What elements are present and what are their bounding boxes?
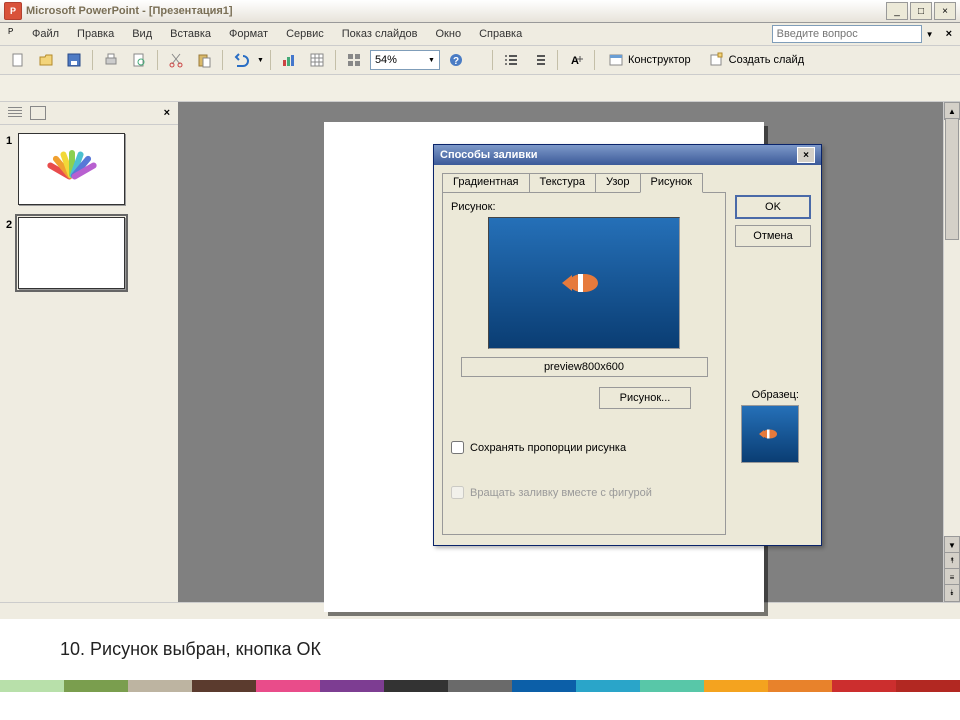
doc-close-button[interactable]: × (946, 28, 952, 40)
panel-header: × (0, 102, 178, 125)
designer-label: Конструктор (628, 54, 691, 66)
menu-format[interactable]: Формат (221, 26, 276, 42)
bullets-button[interactable] (499, 48, 523, 72)
dialog-tabs: Градиентная Текстура Узор Рисунок (442, 173, 813, 193)
numbering-button[interactable] (527, 48, 551, 72)
slide-preview-1 (18, 133, 125, 205)
undo-button[interactable] (229, 48, 253, 72)
help-search-input[interactable] (772, 25, 922, 43)
lock-aspect-label: Сохранять пропорции рисунка (470, 442, 626, 454)
dialog-title: Способы заливки (440, 149, 537, 161)
lock-aspect-checkbox[interactable]: Сохранять пропорции рисунка (451, 441, 717, 454)
close-button[interactable]: × (934, 2, 956, 20)
cancel-button[interactable]: Отмена (735, 225, 811, 247)
svg-text:?: ? (453, 56, 459, 67)
fill-effects-dialog: Способы заливки × Градиентная Текстура У… (433, 144, 822, 546)
vertical-scrollbar[interactable]: ▲ ▼ ⯭ ≡ ⯯ (943, 102, 960, 602)
menu-insert[interactable]: Вставка (162, 26, 219, 42)
slide-number: 2 (6, 217, 12, 289)
menu-help[interactable]: Справка (471, 26, 530, 42)
slide-thumb[interactable]: 2 (6, 217, 172, 289)
help-dropdown-icon[interactable]: ▼ (926, 30, 934, 39)
rotate-fill-input (451, 486, 464, 499)
menu-slideshow[interactable]: Показ слайдов (334, 26, 426, 42)
menu-view[interactable]: Вид (124, 26, 160, 42)
slide-view-icon[interactable] (30, 106, 46, 120)
svg-text:A: A (571, 55, 579, 67)
fish-icon (760, 428, 780, 440)
preview-button[interactable] (127, 48, 151, 72)
formatting-toolbar (0, 75, 960, 102)
new-slide-button[interactable]: Создать слайд (702, 48, 811, 72)
dialog-close-button[interactable]: × (797, 147, 815, 163)
tab-picture[interactable]: Рисунок (640, 173, 704, 193)
outline-view-icon[interactable] (8, 107, 22, 119)
table-button[interactable] (305, 48, 329, 72)
chart-button[interactable] (277, 48, 301, 72)
save-button[interactable] (62, 48, 86, 72)
lock-aspect-input[interactable] (451, 441, 464, 454)
undo-dropdown[interactable]: ▼ (257, 57, 264, 64)
ok-button[interactable]: OK (735, 195, 811, 219)
print-button[interactable] (99, 48, 123, 72)
new-slide-label: Создать слайд (729, 54, 804, 66)
sample-preview (741, 405, 799, 463)
fish-icon (564, 271, 604, 295)
menu-edit[interactable]: Правка (69, 26, 122, 42)
rotate-fill-checkbox: Вращать заливку вместе с фигурой (451, 486, 717, 499)
slide-panel: × 1 2 (0, 102, 178, 602)
footer-colorbar (0, 680, 960, 692)
zoom-value: 54% (375, 54, 397, 66)
tab-pattern[interactable]: Узор (595, 173, 641, 193)
rotate-fill-label: Вращать заливку вместе с фигурой (470, 487, 652, 499)
tab-texture[interactable]: Текстура (529, 173, 596, 193)
maximize-button[interactable]: □ (910, 2, 932, 20)
scroll-thumb[interactable] (945, 118, 959, 240)
paste-button[interactable] (192, 48, 216, 72)
help-button[interactable]: ? (444, 48, 468, 72)
window-title: Microsoft PowerPoint - [Презентация1] (26, 5, 233, 17)
next-slide-button[interactable]: ⯯ (944, 584, 960, 602)
slide-number: 1 (6, 133, 12, 205)
menu-file[interactable]: Файл (24, 26, 67, 42)
sample-label: Образец: (752, 389, 799, 401)
grid-button[interactable] (342, 48, 366, 72)
window-titlebar: P Microsoft PowerPoint - [Презентация1] … (0, 0, 960, 23)
slide-preview-2 (18, 217, 125, 289)
panel-close-button[interactable]: × (164, 107, 170, 119)
designer-button[interactable]: Конструктор (601, 48, 698, 72)
zoom-combo[interactable]: 54%▼ (370, 50, 440, 70)
new-button[interactable] (6, 48, 30, 72)
menu-tools[interactable]: Сервис (278, 26, 332, 42)
filename-display: preview800x600 (461, 357, 708, 377)
standard-toolbar: ▼ 54%▼ ? A Конструктор Создать слайд (0, 46, 960, 75)
tab-panel: Рисунок: preview800x600 Рисунок... Сохра… (442, 192, 726, 535)
slide-thumb[interactable]: 1 (6, 133, 172, 205)
menu-window[interactable]: Окно (428, 26, 470, 42)
app-icon: P (8, 27, 22, 41)
font-grow-button[interactable]: A (564, 48, 588, 72)
slide-caption: 10. Рисунок выбран, кнопка ОК (0, 619, 960, 680)
menu-bar: P Файл Правка Вид Вставка Формат Сервис … (0, 23, 960, 46)
tab-gradient[interactable]: Градиентная (442, 173, 530, 193)
dialog-titlebar[interactable]: Способы заливки × (434, 145, 821, 165)
app-logo-icon: P (4, 2, 22, 20)
open-button[interactable] (34, 48, 58, 72)
picture-preview (488, 217, 680, 349)
minimize-button[interactable]: _ (886, 2, 908, 20)
picture-label: Рисунок: (451, 201, 717, 213)
cut-button[interactable] (164, 48, 188, 72)
browse-picture-button[interactable]: Рисунок... (599, 387, 691, 409)
